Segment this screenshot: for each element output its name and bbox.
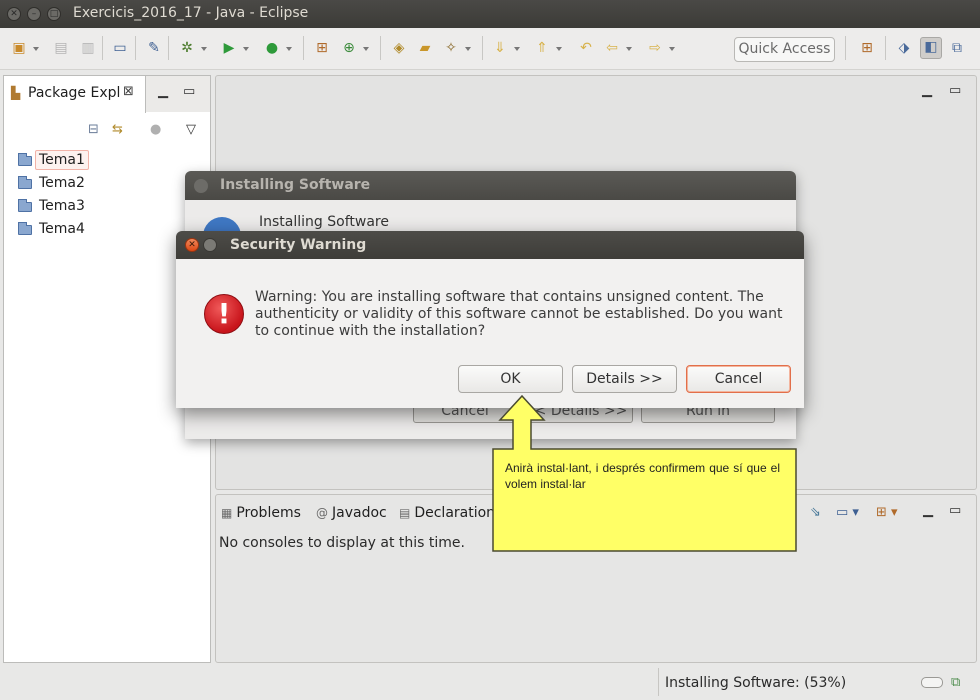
java-ee-perspective-icon[interactable]: ⬗ [895,39,913,57]
project-folder-icon [18,176,32,189]
save-icon[interactable]: ▤ [52,39,70,57]
status-progress-indicator[interactable] [921,677,943,688]
window-title: Exercicis_2016_17 - Java - Eclipse [73,5,309,21]
project-folder-icon [18,153,32,166]
at-icon: @ [316,506,328,520]
details-button[interactable]: Details >> [572,365,677,393]
open-perspective-icon[interactable]: ⊞ [858,39,876,57]
open-type-icon[interactable]: ◈ [390,39,408,57]
security-dialog-titlebar: ✕ Security Warning [176,231,804,259]
security-dialog-title: Security Warning [230,237,367,253]
status-text: Installing Software: (53%) [665,675,847,691]
minimize-icon[interactable] [194,179,208,193]
search-icon[interactable]: ✧ [442,39,471,57]
back-icon[interactable]: ⇦ [603,39,632,57]
tab-problems[interactable]: ▦ Problems [221,505,301,521]
debug-perspective-icon[interactable]: ⧉ [948,39,966,57]
console-view: ▦ Problems @ Javadoc ▤ Declaration ⇘ ▭ ▾ ⊞ … [215,494,977,663]
new-class-icon[interactable]: ⊕ [340,39,369,57]
package-explorer-tabbar: ▙ Package Expl ⊠ ▁ ▭ [4,76,210,113]
new-console-icon[interactable]: ⊞ ▾ [876,505,898,520]
minimize-icon[interactable] [203,238,217,252]
view-menu-icon[interactable]: ▽ [186,122,196,137]
installing-dialog-title: Installing Software [220,177,371,193]
open-console-icon[interactable]: ▭ ▾ [836,505,859,520]
minimize-editor-icon[interactable]: ▁ [922,83,932,98]
project-folder-icon [18,222,32,235]
main-toolbar: ▣ ▤ ▥ ▭ ✎ ✲ ▶ ● ⊞ ⊕ ◈ ▰ ✧ ⇓ ⇑ ↶ ⇦ ⇨ Quic… [0,28,980,70]
declaration-icon: ▤ [399,506,411,520]
maximize-console-icon[interactable]: ▭ [949,503,961,518]
debug-icon[interactable]: ✲ [178,39,207,57]
tree-item-label: Tema4 [39,221,85,237]
callout-text: Anirà instal·lant, i després confirmem q… [505,461,780,491]
tab-declaration[interactable]: ▤ Declaration [399,505,495,521]
console-message: No consoles to display at this time. [219,535,465,551]
new-package-icon[interactable]: ⊞ [313,39,331,57]
close-tab-icon[interactable]: ⊠ [123,84,134,99]
window-titlebar: ✕ – □ Exercicis_2016_17 - Java - Eclipse [0,0,980,28]
installing-dialog-heading: Installing Software [259,214,389,230]
tab-package-explorer-label: Package Expl [28,85,121,101]
run-external-icon[interactable]: ● [263,39,292,57]
next-annotation-icon[interactable]: ⇓ [491,39,520,57]
display-console-icon[interactable]: ⇘ [810,505,821,520]
maximize-view-icon[interactable]: ▭ [183,84,195,99]
tab-package-explorer[interactable]: ▙ Package Expl ⊠ [4,76,146,113]
cancel-button[interactable]: Cancel [686,365,791,393]
tree-item-label: Tema2 [39,175,85,191]
progress-view-icon[interactable]: ⧉ [951,675,960,690]
security-warning-dialog: ✕ Security Warning ! Warning: You are in… [176,231,804,408]
package-explorer-icon: ▙ [11,86,21,100]
prev-annotation-icon[interactable]: ⇑ [533,39,562,57]
run-icon[interactable]: ▶ [220,39,249,57]
tab-javadoc[interactable]: @ Javadoc [316,505,387,521]
project-folder-icon [18,199,32,212]
maximize-icon[interactable]: □ [47,7,61,21]
collapse-all-icon[interactable]: ⊟ [88,122,99,137]
focus-task-icon[interactable]: ● [150,122,161,137]
quick-access-field[interactable]: Quick Access [734,37,835,62]
problems-icon: ▦ [221,506,233,520]
link-with-editor-icon[interactable]: ⇆ [112,122,123,137]
tree-item-label: Tema1 [35,150,89,170]
pin-icon[interactable]: ✎ [145,39,163,57]
maximize-editor-icon[interactable]: ▭ [949,83,961,98]
minimize-console-icon[interactable]: ▁ [923,503,933,518]
installing-dialog-titlebar: Installing Software [185,171,796,200]
close-icon[interactable]: ✕ [185,238,199,252]
close-icon[interactable]: ✕ [7,7,21,21]
forward-icon[interactable]: ⇨ [646,39,675,57]
tree-item-label: Tema3 [39,198,85,214]
minimize-view-icon[interactable]: ▁ [158,84,168,99]
minimize-icon[interactable]: – [27,7,41,21]
last-edit-icon[interactable]: ↶ [577,39,595,57]
new-icon[interactable]: ▣ [10,39,39,57]
open-folder-icon[interactable]: ▰ [416,39,434,57]
warning-message: Warning: You are installing software tha… [255,289,783,339]
java-perspective-icon[interactable]: ◧ [920,37,942,59]
ok-button[interactable]: OK [458,365,563,393]
save-all-icon[interactable]: ▥ [79,39,97,57]
warning-icon: ! [204,294,244,334]
terminal-icon[interactable]: ▭ [111,39,129,57]
